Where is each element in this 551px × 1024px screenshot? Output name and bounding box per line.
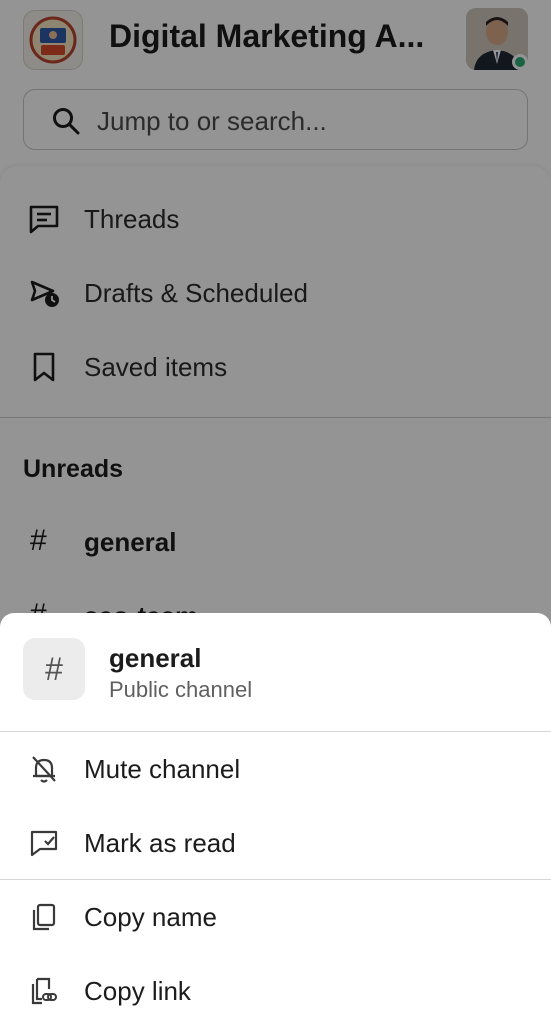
sheet-channel-name: general <box>109 643 202 673</box>
copy-link-icon <box>31 977 57 1005</box>
sheet-divider <box>0 731 551 732</box>
mark-read-icon <box>30 830 58 857</box>
copy-name-button[interactable]: Copy name <box>0 888 551 948</box>
copy-icon <box>32 903 56 931</box>
copy-link-button[interactable]: Copy link <box>0 962 551 1022</box>
channel-hash-badge: # <box>23 638 85 700</box>
bell-off-icon <box>32 756 56 783</box>
channel-actions-sheet: # general Public channel Mute channel Ma… <box>0 613 551 1024</box>
mute-channel-label: Mute channel <box>84 754 241 784</box>
sheet-channel-type: Public channel <box>109 677 253 702</box>
mark-as-read-label: Mark as read <box>84 828 236 858</box>
mark-as-read-button[interactable]: Mark as read <box>0 814 551 874</box>
copy-link-label: Copy link <box>84 976 191 1006</box>
hash-icon: # <box>45 650 63 687</box>
sheet-divider <box>0 879 551 880</box>
app-root: Digital Marketing A... Jump to or search… <box>0 0 551 1024</box>
copy-name-label: Copy name <box>84 902 217 932</box>
mute-channel-button[interactable]: Mute channel <box>0 740 551 800</box>
